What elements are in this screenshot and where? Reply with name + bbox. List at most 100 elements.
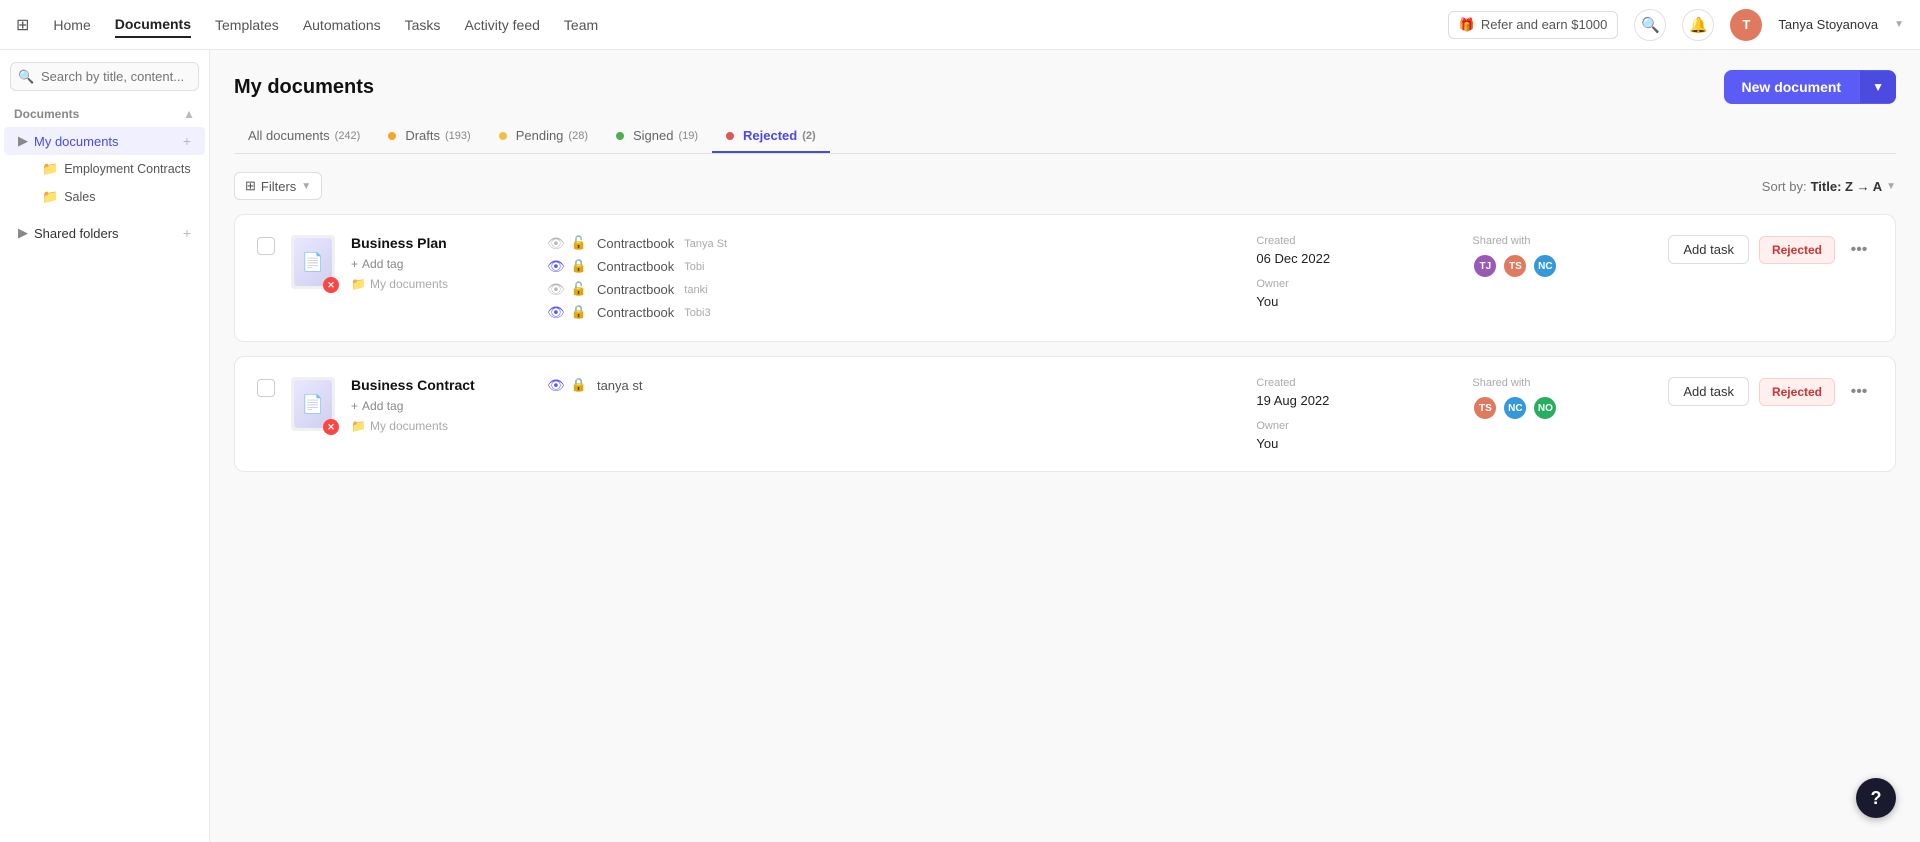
add-tag-label: Add tag [362, 257, 403, 271]
shared-avatar: TS [1472, 395, 1498, 421]
tab-all-count: (242) [335, 130, 361, 142]
nav-automations[interactable]: Automations [303, 13, 381, 37]
help-icon: ? [1871, 788, 1882, 809]
add-tag-button[interactable]: + Add tag [351, 399, 511, 413]
sidebar-item-sales[interactable]: 📁 Sales [28, 183, 205, 211]
signer-lock-icon[interactable]: 🔒 [571, 304, 587, 321]
signer-lock-icon[interactable]: 🔓 [571, 235, 587, 252]
doc-thumbnail: 📄 ✕ [291, 377, 335, 431]
add-my-documents-icon[interactable]: + [183, 133, 191, 149]
doc-folder-name: My documents [370, 419, 448, 433]
tab-pending[interactable]: Pending(28) [485, 120, 602, 153]
user-name[interactable]: Tanya Stoyanova [1778, 17, 1878, 32]
tab-drafts-label: Drafts [405, 128, 440, 143]
top-navigation: ⊞ Home Documents Templates Automations T… [0, 0, 1920, 50]
shared-folders-label: Shared folders [34, 226, 177, 241]
tab-rejected-label: Rejected [743, 128, 797, 143]
signer-row: 👁 🔒 Contractbook Tobi3 [547, 304, 1240, 321]
signer-eye-icon[interactable]: 👁 [547, 377, 565, 394]
refer-label: Refer and earn $1000 [1481, 17, 1607, 32]
doc-checkbox[interactable] [257, 379, 275, 397]
signer-eye-icon[interactable]: 👁 [547, 281, 565, 298]
folder-icon: 📁 [351, 277, 366, 291]
nav-templates[interactable]: Templates [215, 13, 279, 37]
add-shared-folder-icon[interactable]: + [183, 225, 191, 241]
tab-signed-count: (19) [678, 130, 698, 142]
signer-eye-icon[interactable]: 👁 [547, 258, 565, 275]
nav-tasks[interactable]: Tasks [405, 13, 441, 37]
document-card-business-contract: 📄 ✕ Business Contract + Add tag 📁 My doc… [234, 356, 1896, 472]
shared-with-label: Shared with [1472, 377, 1652, 389]
signer-icons-0: 👁 🔒 [547, 377, 587, 394]
user-chevron-icon[interactable]: ▼ [1894, 19, 1904, 30]
signer-name: tanya st [597, 378, 643, 393]
add-task-button[interactable]: Add task [1668, 377, 1749, 406]
sidebar-section-caret[interactable]: ▲ [183, 107, 195, 121]
doc-actions: Add task Rejected ••• [1668, 377, 1873, 406]
signer-icons-0: 👁 🔓 [547, 235, 587, 252]
nav-team[interactable]: Team [564, 13, 598, 37]
status-badge: Rejected [1759, 378, 1835, 406]
tab-pending-count: (28) [568, 130, 588, 142]
tab-all[interactable]: All documents(242) [234, 120, 374, 153]
new-document-caret-icon[interactable]: ▼ [1859, 71, 1896, 103]
my-documents-icon: ▶ [18, 133, 28, 149]
document-list: 📄 ✕ Business Plan + Add tag 📁 My documen… [234, 214, 1896, 472]
signer-lock-icon[interactable]: 🔓 [571, 281, 587, 298]
shared-avatars-row: TJ TS NC [1472, 253, 1652, 279]
nav-home[interactable]: Home [53, 13, 90, 37]
search-input[interactable] [10, 62, 199, 91]
sort-caret-icon: ▼ [1886, 181, 1896, 192]
doc-checkbox[interactable] [257, 237, 275, 255]
grid-icon[interactable]: ⊞ [16, 15, 29, 35]
signer-row: 👁 🔒 Contractbook Tobi [547, 258, 1240, 275]
nav-activity-feed[interactable]: Activity feed [464, 13, 539, 37]
signer-eye-icon[interactable]: 👁 [547, 304, 565, 321]
owner-value: You [1256, 294, 1456, 309]
new-document-button[interactable]: New document ▼ [1724, 70, 1896, 104]
doc-card-inner: 📄 ✕ Business Plan + Add tag 📁 My documen… [257, 235, 1873, 321]
help-button[interactable]: ? [1856, 778, 1896, 818]
doc-folder: 📁 My documents [351, 277, 511, 291]
signer-row: 👁 🔓 Contractbook Tanya St [547, 235, 1240, 252]
tab-rejected-count: (2) [802, 130, 815, 142]
signer-row: 👁 🔒 tanya st [547, 377, 1240, 394]
signer-lock-icon[interactable]: 🔒 [571, 258, 587, 275]
search-icon: 🔍 [1641, 16, 1660, 34]
sidebar-item-my-documents[interactable]: ▶ My documents + [4, 127, 205, 155]
doc-thumbnail: 📄 ✕ [291, 235, 335, 289]
created-value: 19 Aug 2022 [1256, 393, 1456, 408]
document-icon: 📄 [302, 252, 324, 273]
shared-avatars-row: TS NC NO [1472, 395, 1652, 421]
sidebar: 🔍 Documents ▲ ▶ My documents + 📁 Employm… [0, 50, 210, 842]
tab-signed[interactable]: Signed (19) [602, 120, 712, 153]
nav-documents[interactable]: Documents [115, 12, 191, 38]
more-options-button[interactable]: ••• [1845, 236, 1873, 264]
tab-drafts[interactable]: Drafts(193) [374, 120, 484, 153]
tab-signed-label: Signed [633, 128, 673, 143]
signer-eye-icon[interactable]: 👁 [547, 235, 565, 252]
avatar[interactable]: T [1730, 9, 1762, 41]
tab-rejected[interactable]: Rejected (2) [712, 120, 830, 153]
filters-caret-icon: ▼ [301, 181, 311, 192]
refer-earn-button[interactable]: 🎁 Refer and earn $1000 [1448, 11, 1619, 39]
pending-dot-icon [499, 132, 507, 140]
doc-actions: Add task Rejected ••• [1668, 235, 1873, 264]
signer-name: Contractbook [597, 305, 674, 320]
notifications-button[interactable]: 🔔 [1682, 9, 1714, 41]
add-task-button[interactable]: Add task [1668, 235, 1749, 264]
sort-control[interactable]: Sort by: Title: Z → A ▼ [1762, 179, 1896, 194]
document-card-business-plan: 📄 ✕ Business Plan + Add tag 📁 My documen… [234, 214, 1896, 342]
filters-button[interactable]: ⊞ Filters ▼ [234, 172, 322, 200]
doc-title: Business Contract [351, 377, 511, 393]
signer-lock-icon[interactable]: 🔒 [571, 377, 587, 394]
sidebar-item-employment-contracts[interactable]: 📁 Employment Contracts [28, 155, 205, 183]
shared-avatar: TS [1502, 253, 1528, 279]
signer-sub: Tobi3 [684, 307, 710, 319]
signed-dot-icon [616, 132, 624, 140]
search-button[interactable]: 🔍 [1634, 9, 1666, 41]
sidebar-item-shared-folders[interactable]: ▶ Shared folders + [4, 219, 205, 247]
employment-contracts-label: Employment Contracts [64, 162, 191, 176]
more-options-button[interactable]: ••• [1845, 378, 1873, 406]
add-tag-button[interactable]: + Add tag [351, 257, 511, 271]
